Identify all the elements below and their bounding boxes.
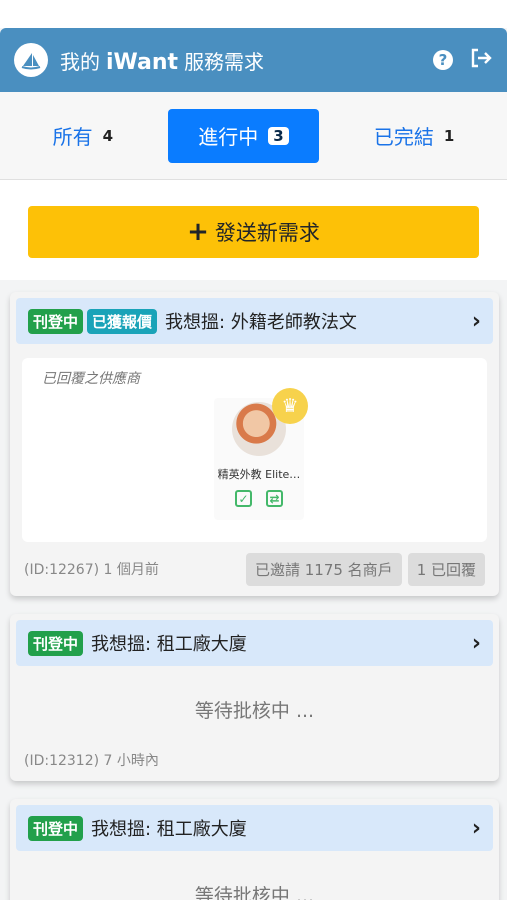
tab-in-progress[interactable]: 進行中 3: [168, 108, 319, 163]
pending-approval-text: 等待批核中 ...: [194, 885, 315, 900]
tab-completed-count: 1: [443, 126, 455, 145]
card-header[interactable]: 刊登中 已獲報價 我想搵: 外籍老師教法文 ›: [16, 298, 493, 344]
replied-vendors-panel: 已回覆之供應商 ♛ 精英外教 Elite… ✓ ⇄: [22, 358, 487, 542]
page-title: 我的 iWant 服務需求: [60, 46, 264, 75]
status-tabs: 所有 4 進行中 3 已完結 1: [0, 92, 507, 180]
replied-vendors-label: 已回覆之供應商: [42, 371, 140, 387]
tab-completed[interactable]: 已完結 1: [344, 109, 484, 163]
request-list: 刊登中 已獲報價 我想搵: 外籍老師教法文 › 已回覆之供應商 ♛ 精英外教 E…: [0, 280, 507, 900]
vendor-card[interactable]: ♛ 精英外教 Elite… ✓ ⇄: [214, 388, 308, 520]
plus-icon: +: [187, 217, 209, 247]
tab-all-count: 4: [102, 126, 114, 145]
iwant-logo-icon: [14, 43, 48, 77]
title-prefix: 我的: [60, 49, 100, 74]
request-meta: (ID:12267) 1 個月前: [24, 562, 159, 578]
quoted-badge: 已獲報價: [87, 308, 158, 334]
pending-approval-text: 等待批核中 ...: [194, 700, 315, 722]
card-header[interactable]: 刊登中 我想搵: 租工廠大廈 ›: [16, 620, 493, 666]
header-bar: 我的 iWant 服務需求 ?: [0, 28, 507, 92]
chevron-right-icon[interactable]: ›: [472, 309, 481, 334]
tab-all-label: 所有: [52, 125, 93, 149]
title-brand: iWant: [106, 49, 179, 75]
tab-in-progress-label: 進行中: [198, 125, 259, 149]
request-card[interactable]: 刊登中 我想搵: 租工廠大廈 › 等待批核中 ... (ID:12312) 7 …: [10, 614, 499, 781]
invited-count-badge: 已邀請 1175 名商戶: [245, 552, 402, 586]
app-window: 我的 iWant 服務需求 ? 所有 4 進行中 3 已完結 1 + 發送新需求: [0, 28, 507, 900]
quote-sent-icon: ⇄: [266, 490, 283, 507]
tab-completed-label: 已完結: [373, 125, 434, 149]
card-title: 我想搵: 外籍老師教法文: [165, 312, 357, 333]
vendor-name: 精英外教 Elite…: [217, 468, 301, 481]
request-card[interactable]: 刊登中 我想搵: 租工廠大廈 › 等待批核中 ...: [10, 799, 499, 900]
replied-count-badge: 1 已回覆: [407, 552, 485, 586]
chevron-right-icon[interactable]: ›: [472, 816, 481, 841]
title-suffix: 服務需求: [184, 49, 265, 74]
status-badge: 刊登中: [28, 815, 84, 841]
send-new-request-button[interactable]: + 發送新需求: [28, 206, 479, 258]
card-title: 我想搵: 租工廠大廈: [91, 819, 247, 840]
logout-icon[interactable]: [469, 47, 493, 73]
status-badge: 刊登中: [28, 308, 84, 334]
chevron-right-icon[interactable]: ›: [472, 631, 481, 656]
card-title: 我想搵: 租工廠大廈: [91, 634, 247, 655]
crown-icon: ♛: [272, 388, 308, 424]
request-card[interactable]: 刊登中 已獲報價 我想搵: 外籍老師教法文 › 已回覆之供應商 ♛ 精英外教 E…: [10, 292, 499, 596]
help-icon[interactable]: ?: [433, 50, 453, 70]
verified-check-icon: ✓: [235, 490, 252, 507]
request-meta: (ID:12312) 7 小時內: [24, 753, 159, 769]
status-badge: 刊登中: [28, 630, 84, 656]
tab-all[interactable]: 所有 4: [23, 109, 143, 163]
card-header[interactable]: 刊登中 我想搵: 租工廠大廈 ›: [16, 805, 493, 851]
send-button-label: 發送新需求: [214, 221, 320, 245]
tab-in-progress-count: 3: [268, 126, 289, 145]
